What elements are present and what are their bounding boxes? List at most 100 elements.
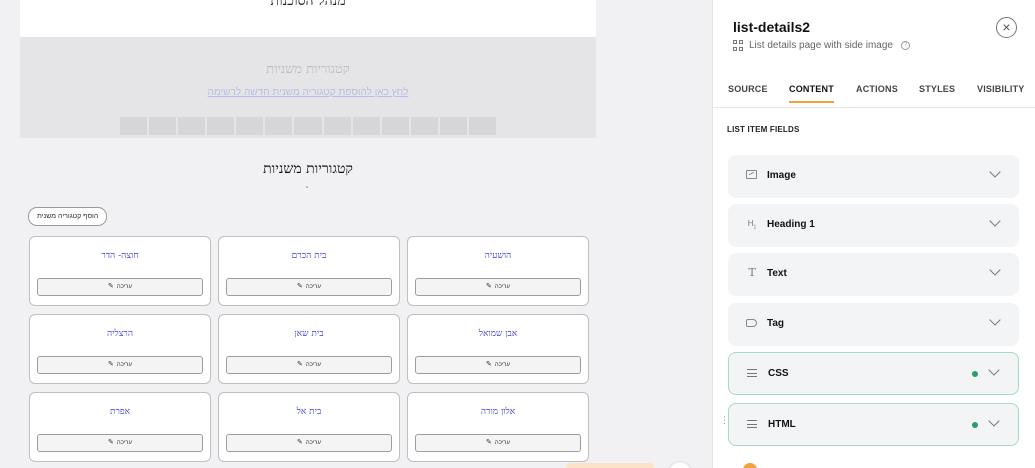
edit-button[interactable]: עריכה✎ <box>37 278 203 296</box>
edit-button[interactable]: עריכה✎ <box>226 356 392 374</box>
field-label: CSS <box>768 368 789 379</box>
ghost-add-link: לחץ כאן להוספת קטגוריה משנית חדשה לרשימה <box>207 87 409 98</box>
category-name[interactable]: בית אל <box>219 406 399 417</box>
chevron-down-icon[interactable] <box>989 215 1001 227</box>
tab-content[interactable]: CONTENT <box>789 84 834 103</box>
edit-label: עריכה <box>305 362 321 368</box>
category-name[interactable]: חוצה- הדר <box>30 250 210 261</box>
field-heading-1[interactable]: H1 Heading 1 <box>728 204 1019 247</box>
field-tag[interactable]: Tag <box>728 303 1019 346</box>
preview-top-heading: מנהל הסוכנות <box>270 0 346 9</box>
edit-label: עריכה <box>494 284 510 290</box>
configured-status-dot <box>972 371 978 377</box>
component-subtitle-row: List details page with side image ? <box>733 40 910 51</box>
category-card[interactable]: הושעיה עריכה✎ <box>407 236 589 306</box>
lines-icon <box>747 367 759 379</box>
field-css[interactable]: CSS <box>728 352 1019 395</box>
tag-icon <box>746 317 758 329</box>
edit-label: עריכה <box>305 440 321 446</box>
edit-button[interactable]: עריכה✎ <box>37 434 203 452</box>
pencil-icon: ✎ <box>108 361 114 368</box>
heading-icon: H1 <box>747 219 757 231</box>
add-field-avatar[interactable] <box>743 463 757 468</box>
page-preview-canvas: מנהל הסוכנות קטגוריות משניות לחץ כאן להו… <box>0 0 712 468</box>
pencil-icon: ✎ <box>108 439 114 446</box>
category-name[interactable]: בית שאן <box>219 328 399 339</box>
chevron-down-icon[interactable] <box>989 314 1001 326</box>
tab-styles[interactable]: STYLES <box>919 84 955 94</box>
category-card[interactable]: בית שאן עריכה✎ <box>218 314 400 384</box>
category-card[interactable]: חוצה- הדר עריכה✎ <box>29 236 211 306</box>
category-name[interactable]: הרצליה <box>30 328 210 339</box>
field-text[interactable]: T Text <box>728 253 1019 296</box>
field-label: Text <box>767 268 787 279</box>
configured-status-dot <box>972 422 978 428</box>
category-card[interactable]: אפרת עריכה✎ <box>29 392 211 462</box>
edit-button[interactable]: עריכה✎ <box>226 278 392 296</box>
category-card[interactable]: הרצליה עריכה✎ <box>29 314 211 384</box>
close-icon: × <box>1002 19 1011 35</box>
pencil-icon: ✎ <box>108 283 114 290</box>
category-name[interactable]: הושעיה <box>408 250 588 261</box>
lines-icon <box>747 418 759 430</box>
edit-button[interactable]: עריכה✎ <box>226 434 392 452</box>
pencil-icon: ✎ <box>297 361 303 368</box>
ghost-section-title: קטגוריות משניות <box>266 62 350 77</box>
field-label: Heading 1 <box>767 219 815 230</box>
layout-grid-icon <box>733 40 744 51</box>
category-card[interactable]: בית אל עריכה✎ <box>218 392 400 462</box>
field-label: Image <box>767 170 796 181</box>
component-subtitle: List details page with side image <box>749 40 893 51</box>
text-icon: T <box>748 266 756 279</box>
field-html[interactable]: HTML <box>728 403 1019 446</box>
category-card[interactable]: בית הכרם עריכה✎ <box>218 236 400 306</box>
list-item-fields-heading: LIST ITEM FIELDS <box>727 125 800 134</box>
edit-button[interactable]: עריכה✎ <box>37 356 203 374</box>
chevron-down-icon[interactable] <box>988 415 1000 427</box>
edit-button[interactable]: עריכה✎ <box>415 356 581 374</box>
edit-label: עריכה <box>116 284 132 290</box>
category-name[interactable]: אפרת <box>30 406 210 417</box>
pencil-icon: ✎ <box>486 361 492 368</box>
image-icon <box>746 169 758 181</box>
category-name[interactable]: אלון מורה <box>408 406 588 417</box>
drag-handle-icon[interactable]: ⋮⋮ <box>720 416 738 430</box>
category-name[interactable]: בית הכרם <box>219 250 399 261</box>
component-title: list-details2 <box>733 19 811 35</box>
section-title: קטגוריות משניות <box>263 161 353 177</box>
category-card[interactable]: אבן שמואל עריכה✎ <box>407 314 589 384</box>
edit-label: עריכה <box>116 362 132 368</box>
pencil-icon: ✎ <box>486 283 492 290</box>
preview-header-strip: מנהל הסוכנות <box>20 0 596 37</box>
chevron-down-icon[interactable] <box>989 264 1001 276</box>
category-card-grid: הושעיה עריכה✎ בית הכרם עריכה✎ חוצה- הדר … <box>28 236 589 462</box>
edit-label: עריכה <box>494 440 510 446</box>
help-icon[interactable]: ? <box>900 41 910 50</box>
floating-toolbar-edge[interactable] <box>566 463 654 468</box>
dimmed-placeholder-block: קטגוריות משניות לחץ כאן להוספת קטגוריה מ… <box>20 37 596 138</box>
close-panel-button[interactable]: × <box>996 17 1017 38</box>
add-subcategory-button[interactable]: הוסף קטגוריה משנית <box>28 207 108 226</box>
pencil-icon: ✎ <box>486 439 492 446</box>
field-label: Tag <box>767 318 785 329</box>
category-card[interactable]: אלון מורה עריכה✎ <box>407 392 589 462</box>
floating-circle-button[interactable] <box>668 461 692 468</box>
chevron-down-icon[interactable] <box>988 364 1000 376</box>
field-label: HTML <box>768 419 796 430</box>
pencil-icon: ✎ <box>297 439 303 446</box>
section-divider-dot <box>306 186 308 188</box>
ghost-tabs-row <box>120 117 499 135</box>
field-image[interactable]: Image <box>728 155 1019 198</box>
edit-label: עריכה <box>494 362 510 368</box>
edit-button[interactable]: עריכה✎ <box>415 278 581 296</box>
tab-actions[interactable]: ACTIONS <box>856 84 898 94</box>
edit-button[interactable]: עריכה✎ <box>415 434 581 452</box>
tab-visibility[interactable]: VISIBILITY <box>977 84 1025 94</box>
edit-label: עריכה <box>116 440 132 446</box>
category-name[interactable]: אבן שמואל <box>408 328 588 339</box>
component-settings-panel: list-details2 List details page with sid… <box>712 0 1035 468</box>
tab-source[interactable]: SOURCE <box>728 84 768 94</box>
chevron-down-icon[interactable] <box>989 166 1001 178</box>
panel-tabs: SOURCE CONTENT ACTIONS STYLES VISIBILITY <box>713 82 1035 108</box>
pencil-icon: ✎ <box>297 283 303 290</box>
